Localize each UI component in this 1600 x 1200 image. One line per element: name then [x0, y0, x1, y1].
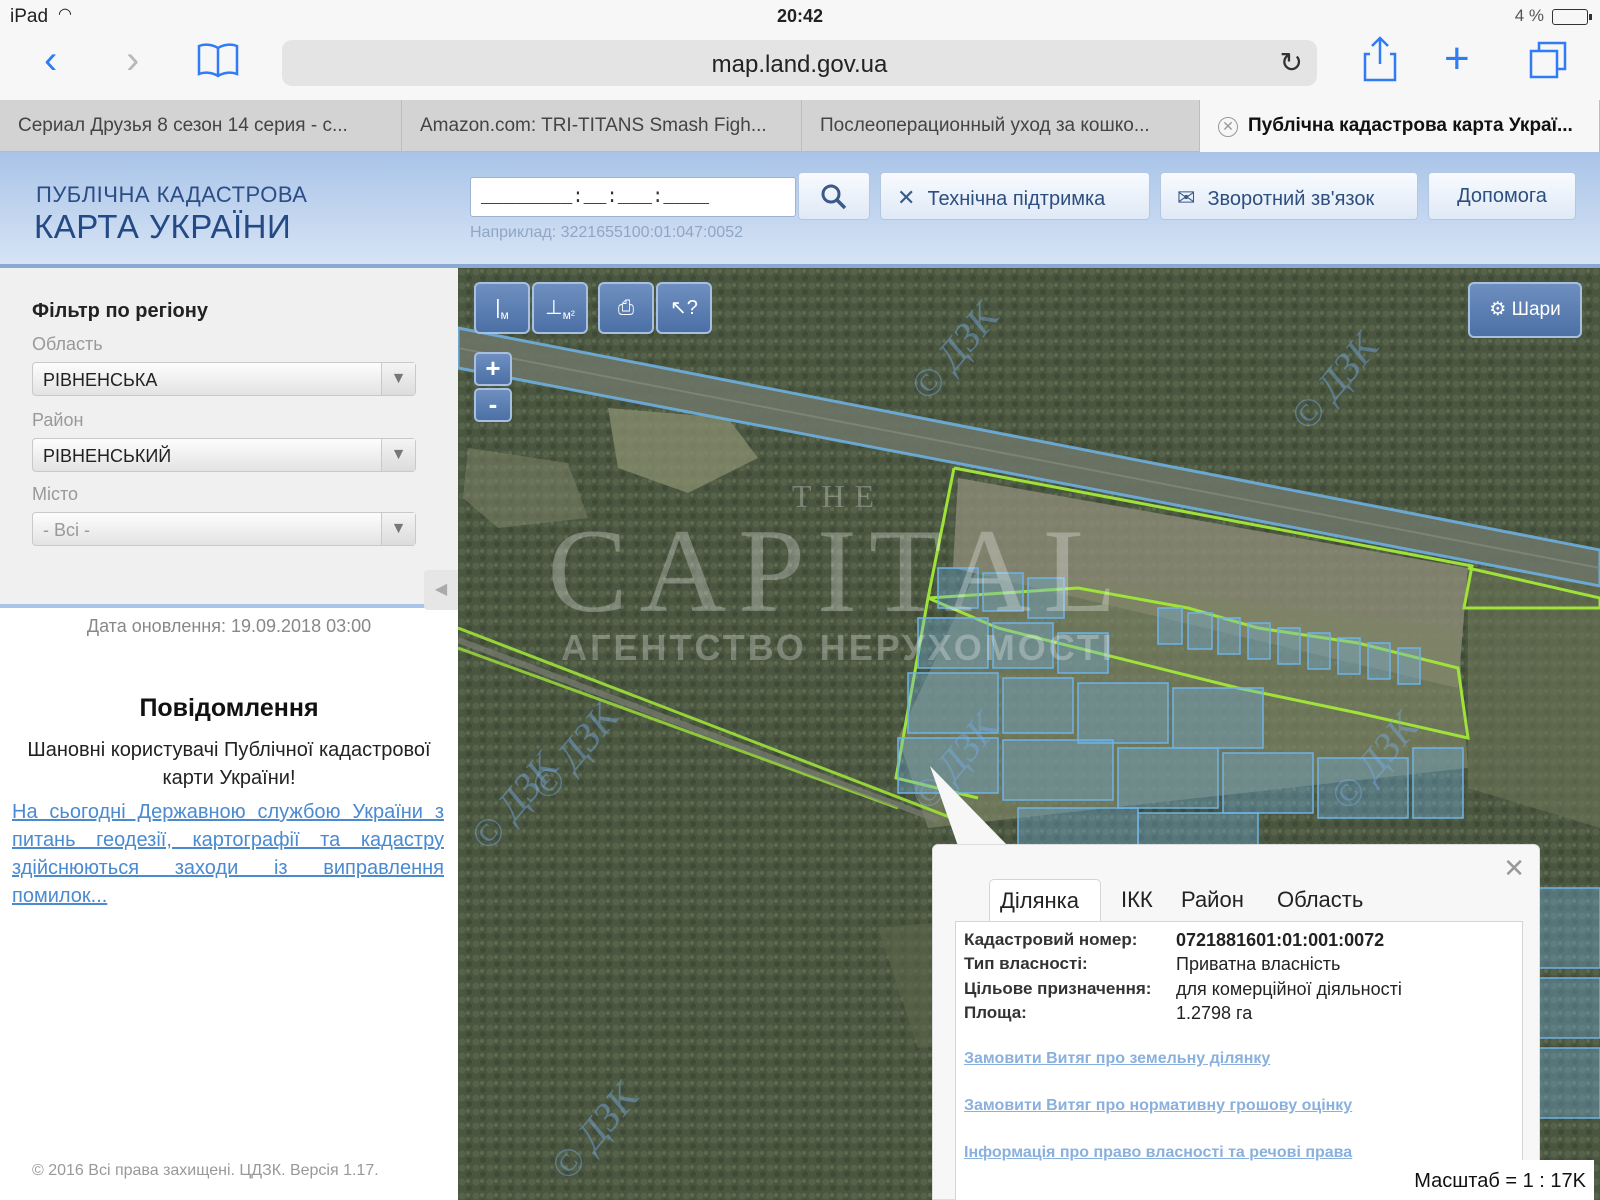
left-panel: Фільтр по регіону Область РІВНЕНСЬКА ▼ Р…	[0, 268, 458, 1200]
browser-toolbar: ‹ › map.land.gov.ua ↻ +	[0, 32, 1600, 100]
notice-link[interactable]: На сьогодні Державною службою України з …	[12, 798, 444, 910]
pointer-help-icon: ↖?	[670, 297, 698, 319]
tools-icon: ✕	[897, 185, 916, 210]
map-scale: Масштаб = 1 : 17K	[1406, 1160, 1594, 1200]
region-filter: Фільтр по регіону Область РІВНЕНСЬКА ▼ Р…	[0, 268, 458, 608]
field-value: для комерційної діяльності	[1176, 979, 1402, 999]
browser-tab[interactable]: Сериал Друзья 8 сезон 14 серия - с...	[0, 100, 402, 152]
field-label: Кадастровий номер:	[964, 930, 1138, 949]
map-view[interactable]: © ДЗК © ДЗК © ДЗК © ДЗК © ДЗК © ДЗК © ДЗ…	[458, 268, 1600, 1200]
oblast-value: РІВНЕНСЬКА	[43, 370, 158, 390]
site-header: ПУБЛІЧНА КАДАСТРОВА КАРТА УКРАЇНИ ______…	[0, 152, 1600, 268]
notice-text: Шановні користувачі Публічної кадастрово…	[27, 739, 431, 789]
oblast-select[interactable]: РІВНЕНСЬКА ▼	[32, 362, 416, 396]
envelope-icon: ✉	[1177, 185, 1196, 210]
field-label: Тип власності:	[964, 954, 1088, 973]
notice-title: Повідомлення	[139, 694, 319, 722]
misto-select[interactable]: - Всі - ▼	[32, 512, 416, 546]
cadastral-search-input[interactable]: ________:__:___:____	[470, 177, 796, 217]
url-text: map.land.gov.ua	[711, 51, 888, 78]
field-value: Приватна власність	[1176, 954, 1341, 974]
logo-line2: КАРТА УКРАЇНИ	[34, 208, 292, 245]
tab-raion[interactable]: Район	[1171, 879, 1254, 923]
zoom-out-button[interactable]: -	[474, 388, 512, 422]
battery-icon	[1552, 9, 1592, 25]
misto-label: Місто	[32, 484, 79, 504]
browser-tab-active[interactable]: ✕ Публічна кадастрова карта Украї...	[1200, 100, 1600, 152]
tab-oblast[interactable]: Область	[1267, 879, 1373, 923]
oblast-label: Область	[32, 334, 103, 354]
back-icon[interactable]: ‹	[44, 38, 57, 83]
field-label: Цільове призначення:	[964, 979, 1152, 998]
support-label: Технічна підтримка	[927, 188, 1106, 210]
watermark-line2: CAPITAL	[547, 504, 1129, 637]
measure-area-button[interactable]: ⊥м²	[532, 282, 588, 334]
field-value: 1.2798 га	[1176, 1003, 1253, 1023]
collapse-panel-button[interactable]: ◀	[424, 570, 458, 610]
browser-tab[interactable]: Послеоперационный уход за кошко...	[802, 100, 1200, 152]
chevron-down-icon: ▼	[381, 439, 415, 471]
browser-tab[interactable]: Amazon.com: TRI-TITANS Smash Figh...	[402, 100, 802, 152]
status-bar: iPad ◠ 20:42 4 %	[0, 0, 1600, 32]
zoom-in-button[interactable]: +	[474, 352, 512, 386]
close-tab-icon[interactable]: ✕	[1218, 117, 1238, 137]
area-icon: ⊥	[545, 297, 563, 319]
measure-length-unit: м	[500, 308, 509, 322]
help-button[interactable]: Допомога	[1428, 172, 1576, 220]
tab-parcel[interactable]: Ділянка	[989, 879, 1101, 923]
search-icon	[821, 184, 847, 210]
order-parcel-extract-link[interactable]: Замовити Витяг про земельну ділянку	[964, 1050, 1270, 1068]
raion-value: РІВНЕНСЬКИЙ	[43, 446, 172, 466]
tab-ikk[interactable]: ІКК	[1111, 879, 1163, 923]
field-label: Площа:	[964, 1003, 1027, 1022]
chevron-down-icon: ▼	[381, 513, 415, 545]
search-button[interactable]	[798, 172, 870, 220]
share-icon[interactable]	[1362, 36, 1398, 87]
parcel-details: Кадастровий номер: 0721881601:01:001:007…	[955, 921, 1523, 1200]
printer-icon: ⎙	[618, 297, 634, 319]
field-value: 0721881601:01:001:0072	[1176, 930, 1385, 950]
new-tab-icon[interactable]: +	[1444, 34, 1470, 84]
raion-label: Район	[32, 410, 84, 430]
identify-button[interactable]: ↖?	[656, 282, 712, 334]
parcel-info-popup: ✕ Ділянка ІКК Район Область Кадастровий …	[932, 844, 1540, 1200]
logo-line1: ПУБЛІЧНА КАДАСТРОВА	[36, 182, 308, 207]
copyright: © 2016 Всі права захищені. ЦДЗК. Версія …	[32, 1162, 379, 1179]
clock: 20:42	[776, 6, 824, 26]
close-icon[interactable]: ✕	[1503, 853, 1525, 884]
feedback-button[interactable]: ✉ Зворотний зв'язок	[1160, 172, 1418, 220]
order-valuation-extract-link[interactable]: Замовити Витяг про нормативну грошову оц…	[964, 1097, 1352, 1115]
layers-button[interactable]: ⚙ Шари	[1468, 282, 1582, 338]
battery-percent: 4 %	[1514, 6, 1544, 25]
feedback-label: Зворотний зв'язок	[1207, 188, 1375, 210]
address-bar[interactable]: map.land.gov.ua ↻	[282, 40, 1317, 86]
ownership-info-link[interactable]: Інформація про право власності та речові…	[964, 1144, 1352, 1162]
update-date: Дата оновлення: 19.09.2018 03:00	[86, 616, 372, 636]
support-button[interactable]: ✕ Технічна підтримка	[880, 172, 1150, 220]
misto-value: - Всі -	[43, 520, 90, 540]
bookmarks-icon[interactable]	[196, 40, 240, 85]
agency-watermark: THE CAPITAL АГЕНТСТВО НЕРУХОМОСТІ	[488, 478, 1188, 669]
measure-area-unit: м²	[562, 308, 575, 322]
watermark-line3: АГЕНТСТВО НЕРУХОМОСТІ	[561, 627, 1115, 668]
reload-icon[interactable]: ↻	[1280, 46, 1303, 79]
raion-select[interactable]: РІВНЕНСЬКИЙ ▼	[32, 438, 416, 472]
print-button[interactable]: ⎙	[598, 282, 654, 334]
gear-icon: ⚙	[1489, 299, 1507, 320]
search-hint: Наприклад: 3221655100:01:047:0052	[470, 224, 743, 241]
browser-tab-title: Публічна кадастрова карта Украї...	[1248, 115, 1573, 136]
chevron-down-icon: ▼	[381, 363, 415, 395]
layers-label: Шари	[1511, 299, 1561, 320]
forward-icon[interactable]: ›	[126, 38, 139, 83]
tabs-overview-icon[interactable]	[1528, 40, 1568, 85]
filter-title: Фільтр по регіону	[32, 300, 208, 322]
measure-length-button[interactable]: |м	[474, 282, 530, 334]
browser-tabs: Сериал Друзья 8 сезон 14 серия - с... Am…	[0, 100, 1600, 152]
popup-pointer	[930, 766, 1008, 846]
